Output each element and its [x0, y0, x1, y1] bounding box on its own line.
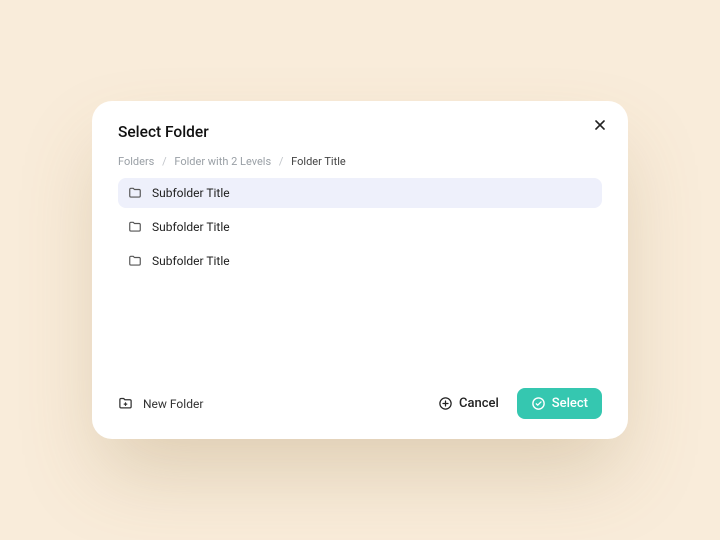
breadcrumb-item[interactable]: Folders — [118, 155, 154, 168]
breadcrumb-item-current: Folder Title — [291, 155, 346, 168]
folder-row[interactable]: Subfolder Title — [118, 246, 602, 276]
folder-plus-icon — [118, 396, 133, 411]
folder-list: Subfolder Title Subfolder Title Subfolde… — [118, 178, 602, 276]
breadcrumb-item[interactable]: Folder with 2 Levels — [174, 155, 271, 168]
close-icon — [595, 120, 605, 130]
folder-icon — [128, 186, 142, 200]
modal-footer: New Folder Cancel Select — [118, 378, 602, 419]
folder-icon — [128, 220, 142, 234]
folder-row[interactable]: Subfolder Title — [118, 212, 602, 242]
select-label: Select — [552, 396, 588, 411]
modal-title: Select Folder — [118, 123, 602, 141]
folder-row-label: Subfolder Title — [152, 220, 230, 234]
circle-plus-icon — [438, 396, 453, 411]
select-folder-modal: Select Folder Folders / Folder with 2 Le… — [92, 101, 628, 439]
select-button[interactable]: Select — [517, 388, 602, 419]
new-folder-label: New Folder — [143, 397, 203, 411]
breadcrumb-separator: / — [279, 155, 284, 168]
new-folder-button[interactable]: New Folder — [118, 396, 203, 411]
breadcrumb: Folders / Folder with 2 Levels / Folder … — [118, 155, 602, 168]
breadcrumb-separator: / — [162, 155, 167, 168]
folder-row[interactable]: Subfolder Title — [118, 178, 602, 208]
check-circle-icon — [531, 396, 546, 411]
close-button[interactable] — [590, 115, 610, 135]
folder-row-label: Subfolder Title — [152, 254, 230, 268]
folder-icon — [128, 254, 142, 268]
cancel-label: Cancel — [459, 396, 499, 411]
folder-row-label: Subfolder Title — [152, 186, 230, 200]
cancel-button[interactable]: Cancel — [438, 396, 499, 411]
